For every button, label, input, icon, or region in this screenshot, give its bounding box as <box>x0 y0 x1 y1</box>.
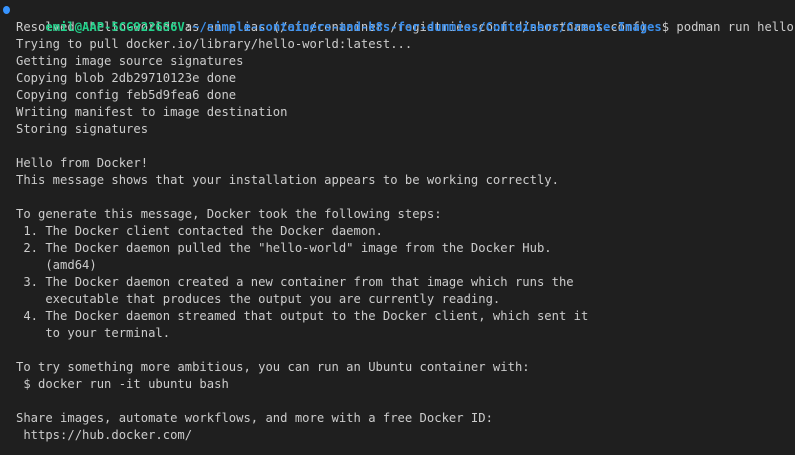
output-line: to your terminal. <box>16 326 171 340</box>
output-line: Copying config feb5d9fea6 done <box>16 88 237 102</box>
output-line: $ docker run -it ubuntu bash <box>16 377 229 391</box>
output-line: This message shows that your installatio… <box>16 173 559 187</box>
terminal-window[interactable]: emil@AAP-5CG9226S6V:~/simple-containers-… <box>0 0 795 455</box>
prompt-path: ~/simple-containers-and-k8s-for-dummies/… <box>192 20 662 34</box>
output-line: 2. The Docker daemon pulled the "hello-w… <box>16 241 552 255</box>
output-line: Hello from Docker! <box>16 156 149 170</box>
output-link-docker-hub[interactable]: https://hub.docker.com/ <box>16 427 795 444</box>
command-status-dot-icon[interactable] <box>3 6 10 14</box>
output-line: Getting image source signatures <box>16 54 244 68</box>
output-line: To generate this message, Docker took th… <box>16 207 442 221</box>
output-line: Share images, automate workflows, and mo… <box>16 411 493 425</box>
prompt-user-host: emil@AAP-5CG9226S6V <box>45 20 185 34</box>
output-line: To try something more ambitious, you can… <box>16 360 530 374</box>
output-line: Storing signatures <box>16 122 149 136</box>
output-line: Copying blob 2db29710123e done <box>16 71 237 85</box>
output-line: (amd64) <box>16 258 97 272</box>
output-line: 3. The Docker daemon created a new conta… <box>16 275 574 289</box>
prompt-symbol: $ <box>661 20 670 34</box>
output-line: 4. The Docker daemon streamed that outpu… <box>16 309 589 323</box>
prompt-command: podman run hello-world <box>676 20 795 34</box>
output-line: 1. The Docker client contacted the Docke… <box>16 224 383 238</box>
output-line: Trying to pull docker.io/library/hello-w… <box>16 37 413 51</box>
output-line: Writing manifest to image destination <box>16 105 288 119</box>
prompt-line: emil@AAP-5CG9226S6V:~/simple-containers-… <box>3 2 795 34</box>
output-line: executable that produces the output you … <box>16 292 501 306</box>
